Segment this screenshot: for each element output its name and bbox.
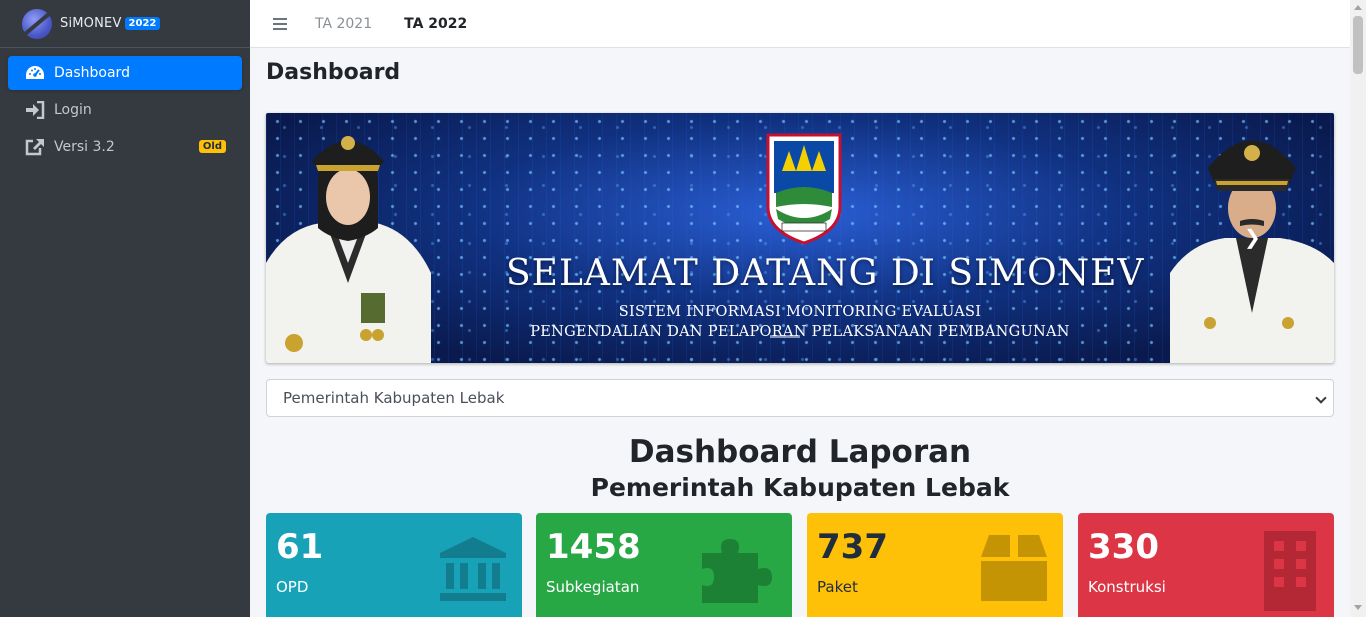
welcome-carousel[interactable]: SELAMAT DATANG DI SIMONEV SISTEM INFORMA…	[266, 113, 1334, 363]
stat-box-subkegiatan[interactable]: 1458 Subkegiatan	[536, 513, 792, 617]
report-heading: Dashboard Laporan	[628, 434, 972, 470]
hamburger-icon[interactable]	[273, 17, 287, 30]
brand-link[interactable]: SiMONEV 2022	[0, 0, 250, 48]
banner-subtitle-1: SISTEM INFORMASI MONITORING EVALUASI	[618, 304, 982, 320]
kabupaten-lebak-emblem	[766, 133, 842, 245]
carousel-next-icon[interactable]: ❯	[1244, 225, 1261, 249]
sign-in-icon	[24, 100, 46, 120]
top-navbar: TA 2021 TA 2022	[250, 0, 1350, 48]
chevron-down-icon	[1315, 392, 1327, 404]
old-badge: Old	[198, 140, 226, 153]
scroll-down-arrow-icon[interactable]	[1354, 605, 1362, 610]
regent-portrait-left	[266, 136, 431, 363]
stat-box-opd[interactable]: 61 OPD	[266, 513, 522, 617]
puzzle-piece-icon	[702, 539, 772, 603]
banner-title: SELAMAT DATANG DI SIMONEV	[506, 253, 1145, 294]
scroll-up-arrow-icon[interactable]	[1354, 5, 1362, 10]
sidebar-nav: Dashboard Login Versi 3.2 Old	[0, 48, 250, 164]
nav-link-ta-2021[interactable]: TA 2021	[315, 16, 372, 32]
sidebar-item-login[interactable]: Login	[8, 93, 242, 127]
stat-label: Konstruksi	[1088, 578, 1166, 596]
building-icon	[1264, 531, 1316, 611]
university-icon	[440, 537, 506, 601]
sidebar-item-versi[interactable]: Versi 3.2 Old	[8, 130, 242, 164]
carousel-indicator[interactable]	[770, 335, 800, 338]
region-select-value: Pemerintah Kabupaten Lebak	[283, 389, 505, 407]
page-title: Dashboard	[266, 60, 401, 85]
tachometer-icon	[24, 63, 46, 83]
brand-logo-icon	[22, 8, 52, 39]
stat-label: Paket	[817, 578, 858, 596]
sidebar-item-label: Versi 3.2	[54, 139, 115, 155]
stat-box-konstruksi[interactable]: 330 Konstruksi	[1078, 513, 1334, 617]
stat-label: Subkegiatan	[546, 578, 640, 596]
stat-box-paket[interactable]: 737 Paket	[807, 513, 1063, 617]
stat-value: 330	[1088, 527, 1159, 567]
page-scrollbar[interactable]	[1350, 0, 1366, 617]
sidebar: SiMONEV 2022 Dashboard Login Versi 3.2 O…	[0, 0, 250, 617]
region-select[interactable]: Pemerintah Kabupaten Lebak	[266, 379, 1334, 417]
sidebar-item-dashboard[interactable]: Dashboard	[8, 56, 242, 90]
nav-link-ta-2022[interactable]: TA 2022	[404, 16, 467, 32]
scroll-thumb[interactable]	[1353, 16, 1363, 74]
report-subheading: Pemerintah Kabupaten Lebak	[590, 473, 1010, 502]
sidebar-item-label: Dashboard	[54, 65, 130, 81]
stat-label: OPD	[276, 578, 309, 596]
stat-value: 737	[817, 527, 888, 567]
banner-subtitle-2: PENGENDALIAN DAN PELAPORAN PELAKSANAAN P…	[530, 324, 1070, 340]
stat-value: 61	[276, 527, 324, 567]
sidebar-item-label: Login	[54, 102, 92, 118]
external-link-icon	[24, 137, 46, 157]
brand-year-badge: 2022	[124, 17, 161, 30]
box-icon	[981, 535, 1047, 601]
stat-value: 1458	[546, 527, 641, 567]
brand-name: SiMONEV	[60, 16, 122, 31]
